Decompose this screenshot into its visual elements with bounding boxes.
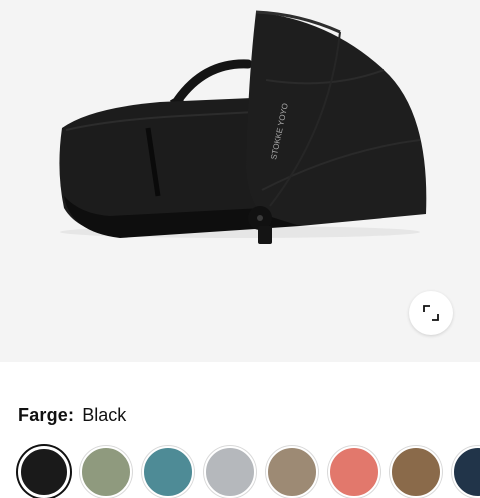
color-label: Farge: [18, 405, 75, 425]
color-swatch-olive[interactable] [80, 446, 132, 498]
color-swatch-list [18, 446, 480, 498]
color-swatch-grey[interactable] [204, 446, 256, 498]
color-swatch-coral[interactable] [328, 446, 380, 498]
color-swatch-brown[interactable] [390, 446, 442, 498]
bassinet-image: STOKKE YOYO [59, 10, 427, 244]
color-swatch-teal[interactable] [142, 446, 194, 498]
selected-color-value: Black [82, 405, 127, 425]
color-selector-label-row: Farge: Black [18, 405, 126, 431]
expand-icon [423, 305, 439, 321]
expand-button[interactable] [409, 291, 453, 335]
color-swatch-navy[interactable] [452, 446, 480, 498]
color-swatch-taupe[interactable] [266, 446, 318, 498]
product-image: STOKKE YOYO [0, 0, 480, 362]
color-swatch-black[interactable] [18, 446, 70, 498]
